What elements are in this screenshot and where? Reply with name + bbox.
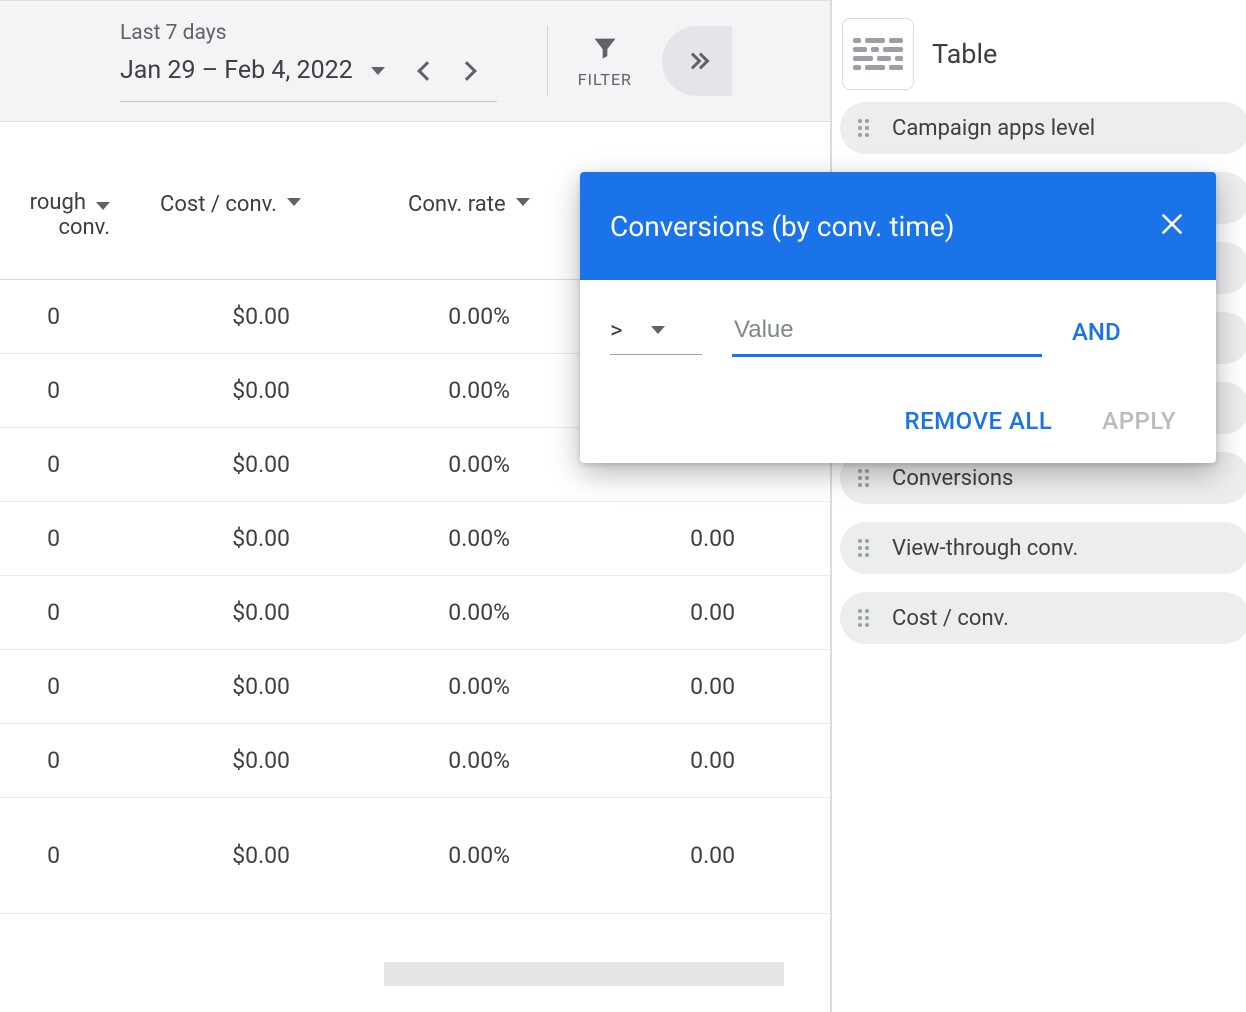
date-range-picker[interactable]: Last 7 days Jan 29 – Feb 4, 2022 (120, 21, 497, 102)
prev-period-button[interactable] (407, 51, 447, 91)
column-header-text: Cost / conv. (160, 192, 277, 217)
cell: 0.00 (550, 673, 735, 700)
drag-handle-icon[interactable] (858, 469, 874, 487)
filter-icon (591, 34, 619, 62)
divider (547, 26, 548, 96)
and-button[interactable]: AND (1072, 318, 1121, 346)
sort-icon (516, 198, 530, 206)
cell: 0.00 (550, 599, 735, 626)
value-input[interactable] (732, 316, 1042, 357)
column-header-text: rough (30, 190, 86, 215)
side-panel: Table Campaign apps levelAvg. CPCCostImp… (830, 0, 1246, 1012)
chevron-right-icon (457, 61, 477, 81)
cell: $0.00 (110, 303, 290, 330)
table-row[interactable]: 0 $0.00 0.00% 0.00 (0, 502, 830, 576)
cell: 0.00% (320, 747, 510, 774)
sort-icon (96, 202, 110, 210)
cell: 0 (0, 747, 60, 774)
cell: 0.00% (320, 377, 510, 404)
cell: 0 (0, 673, 60, 700)
remove-all-button[interactable]: REMOVE ALL (905, 407, 1053, 435)
close-button[interactable] (1158, 210, 1186, 243)
cell: 0.00% (320, 842, 510, 869)
column-chip[interactable]: Cost / conv. (840, 592, 1246, 644)
cell: $0.00 (110, 525, 290, 552)
cell: 0.00 (550, 525, 735, 552)
cell: 0 (0, 525, 60, 552)
dropdown-icon (651, 326, 665, 334)
drag-handle-icon[interactable] (858, 539, 874, 557)
date-preset-label: Last 7 days (120, 21, 497, 45)
chevron-left-icon (417, 61, 437, 81)
date-range-text: Jan 29 – Feb 4, 2022 (120, 56, 353, 85)
cell: 0.00% (320, 525, 510, 552)
cell: 0 (0, 842, 60, 869)
chip-label: Conversions (892, 466, 1013, 491)
apply-button[interactable]: APPLY (1102, 407, 1176, 435)
sort-icon (287, 198, 301, 206)
cell: $0.00 (110, 451, 290, 478)
popup-title: Conversions (by conv. time) (610, 210, 954, 243)
expand-panel-button[interactable] (662, 26, 732, 96)
chip-label: View-through conv. (892, 536, 1078, 561)
next-period-button[interactable] (447, 51, 487, 91)
chevron-double-right-icon (689, 55, 705, 67)
operator-value: > (610, 316, 623, 344)
cell: 0.00% (320, 673, 510, 700)
cell: 0.00 (550, 842, 735, 869)
panel-title: Table (932, 38, 997, 70)
close-icon (1158, 210, 1186, 238)
cell: $0.00 (110, 747, 290, 774)
filter-popup: Conversions (by conv. time) > AND REMOVE… (580, 172, 1216, 463)
cell: 0.00 (550, 747, 735, 774)
column-header-text: conv. (58, 215, 110, 240)
drag-handle-icon[interactable] (858, 609, 874, 627)
cell: 0.00% (320, 599, 510, 626)
table-icon (842, 18, 914, 90)
filter-button[interactable]: FILTER (578, 34, 632, 89)
chip-label: Cost / conv. (892, 606, 1009, 631)
dropdown-icon[interactable] (371, 67, 385, 75)
cell: $0.00 (110, 599, 290, 626)
filter-label: FILTER (578, 70, 632, 89)
chip-label: Campaign apps level (892, 116, 1095, 141)
column-header-conv-rate[interactable]: Conv. rate (408, 192, 530, 217)
column-header-cost-per-conv[interactable]: Cost / conv. (160, 192, 301, 217)
cell: $0.00 (110, 377, 290, 404)
cell: 0.00% (320, 451, 510, 478)
table-row[interactable]: 0 $0.00 0.00% 0.00 (0, 798, 830, 914)
operator-select[interactable]: > (610, 316, 702, 355)
cell: 0 (0, 303, 60, 330)
column-chip[interactable]: Campaign apps level (840, 102, 1246, 154)
column-header-viewthrough[interactable]: rough conv. (0, 190, 110, 240)
cell: 0 (0, 377, 60, 404)
cell: 0.00% (320, 303, 510, 330)
table-row[interactable]: 0 $0.00 0.00% 0.00 (0, 650, 830, 724)
cell: 0 (0, 451, 60, 478)
cell: $0.00 (110, 842, 290, 869)
drag-handle-icon[interactable] (858, 119, 874, 137)
column-chip[interactable]: View-through conv. (840, 522, 1246, 574)
cell: 0 (0, 599, 60, 626)
table-row[interactable]: 0 $0.00 0.00% 0.00 (0, 576, 830, 650)
cell: $0.00 (110, 673, 290, 700)
column-header-text: Conv. rate (408, 192, 506, 217)
table-row[interactable]: 0 $0.00 0.00% 0.00 (0, 724, 830, 798)
horizontal-scrollbar[interactable] (384, 962, 784, 986)
